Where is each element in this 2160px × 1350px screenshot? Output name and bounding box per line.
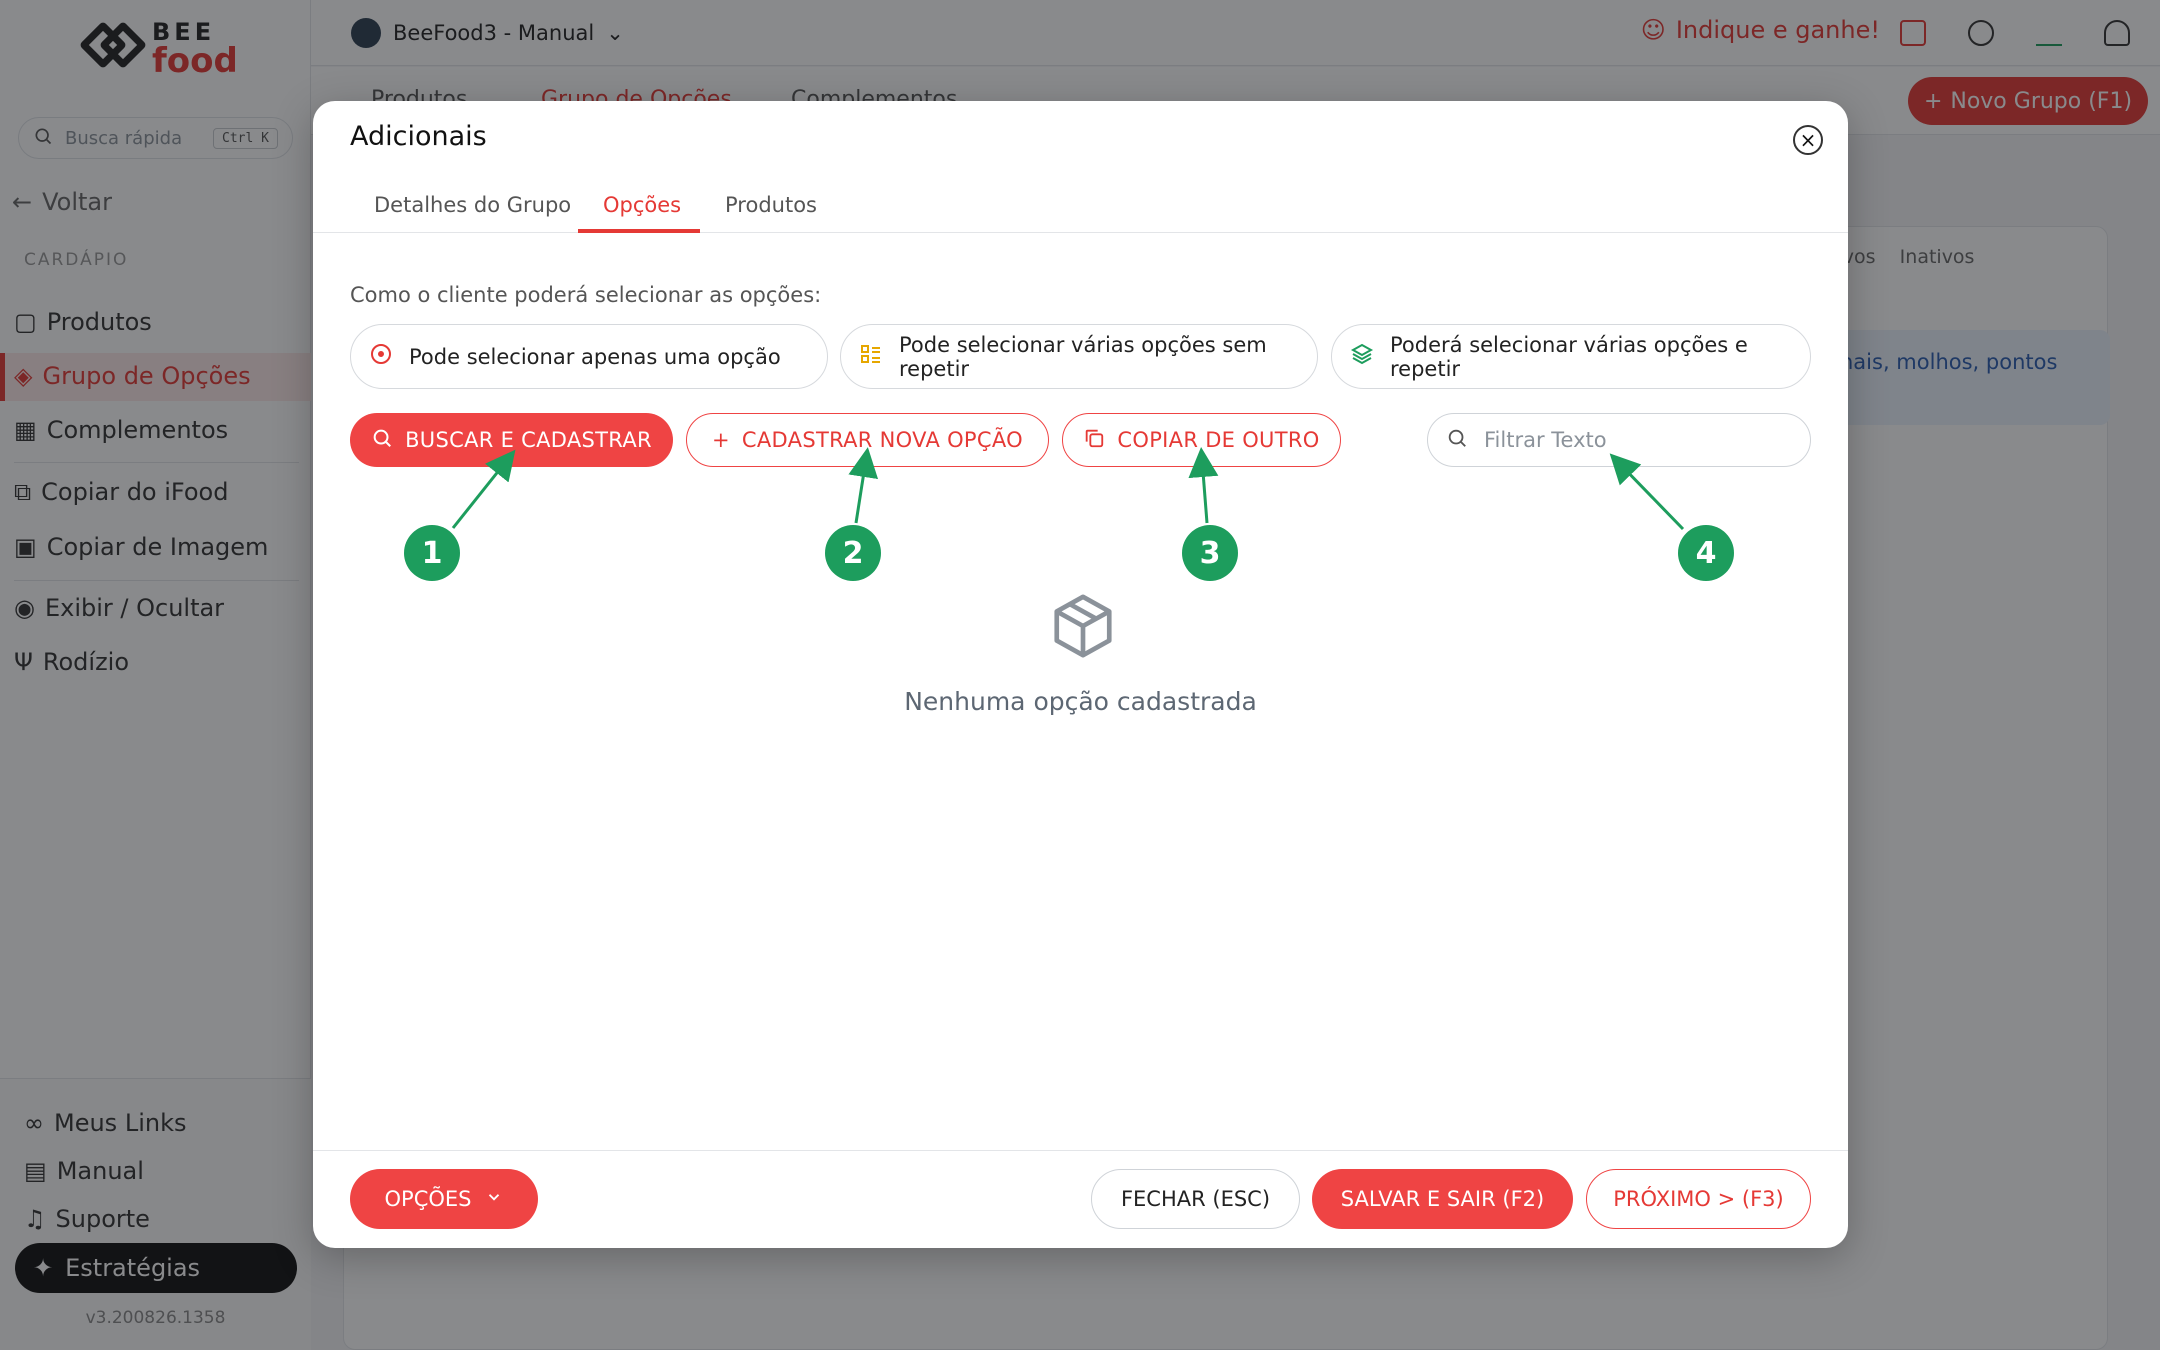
annotation-marker-1: 1 (404, 525, 460, 581)
save-exit-button[interactable]: SALVAR E SAIR (F2) (1312, 1169, 1573, 1229)
annotation-arrows (451, 447, 1685, 531)
modal-tabs: Detalhes do Grupo Opções Produtos (313, 181, 1848, 233)
close-icon: × (1799, 128, 1817, 152)
radio-target-icon (369, 342, 393, 371)
annotation-marker-2: 2 (825, 525, 881, 581)
chevron-down-icon (485, 1187, 503, 1211)
list-checks-icon (859, 342, 883, 371)
filter-placeholder: Filtrar Texto (1484, 428, 1607, 452)
annotation-arrow-2 (848, 447, 879, 524)
choice-label: Pode selecionar apenas uma opção (409, 344, 781, 369)
save-exit-label: SALVAR E SAIR (F2) (1340, 1187, 1545, 1211)
copy-other-label: COPIAR DE OUTRO (1117, 428, 1320, 452)
copy-icon (1083, 427, 1105, 454)
close-esc-button[interactable]: FECHAR (ESC) (1091, 1169, 1300, 1229)
search-icon (371, 427, 393, 454)
filter-text-input[interactable]: Filtrar Texto (1427, 413, 1811, 467)
new-option-button[interactable]: + CADASTRAR NOVA OPÇÃO (686, 413, 1049, 467)
annotation-arrow-3 (1188, 447, 1219, 524)
tab-opcoes[interactable]: Opções (603, 193, 681, 217)
copy-other-button[interactable]: COPIAR DE OUTRO (1062, 413, 1341, 467)
search-icon (1446, 427, 1468, 454)
empty-state-text: Nenhuma opção cadastrada (904, 687, 1257, 716)
choice-single-option[interactable]: Pode selecionar apenas uma opção (350, 324, 828, 389)
tab-produtos[interactable]: Produtos (725, 193, 817, 217)
choice-multiple-no-repeat[interactable]: Pode selecionar várias opções sem repeti… (840, 324, 1318, 389)
next-button[interactable]: PRÓXIMO > (F3) (1586, 1169, 1811, 1229)
tab-detalhes-grupo[interactable]: Detalhes do Grupo (374, 193, 571, 217)
new-option-label: CADASTRAR NOVA OPÇÃO (741, 428, 1023, 452)
choice-label: Pode selecionar várias opções sem repeti… (899, 332, 1267, 381)
selection-mode-question: Como o cliente poderá selecionar as opçõ… (350, 283, 822, 307)
search-register-label: BUSCAR E CADASTRAR (405, 428, 652, 452)
close-esc-label: FECHAR (ESC) (1120, 1187, 1271, 1211)
package-icon (1048, 591, 1118, 661)
options-label: OPÇÕES (384, 1187, 472, 1211)
close-button[interactable]: × (1793, 125, 1823, 155)
options-dropdown-button[interactable]: OPÇÕES (350, 1169, 538, 1229)
search-register-button[interactable]: BUSCAR E CADASTRAR (350, 413, 673, 467)
layers-icon (1350, 342, 1374, 371)
annotation-arrow-4 (1609, 453, 1685, 531)
choice-multiple-repeat[interactable]: Poderá selecionar várias opções e repeti… (1331, 324, 1811, 389)
plus-icon: + (712, 428, 730, 452)
active-tab-indicator (578, 229, 700, 233)
annotation-arrow-1 (451, 449, 516, 529)
modal-footer-divider (313, 1150, 1848, 1151)
annotation-marker-4: 4 (1678, 525, 1734, 581)
annotation-marker-3: 3 (1182, 525, 1238, 581)
next-label: PRÓXIMO > (F3) (1613, 1187, 1784, 1211)
modal-title: Adicionais (350, 121, 487, 152)
options-group-modal: Adicionais × Detalhes do Grupo Opções Pr… (313, 101, 1848, 1248)
choice-label: Poderá selecionar várias opções e repeti… (1390, 332, 1748, 381)
